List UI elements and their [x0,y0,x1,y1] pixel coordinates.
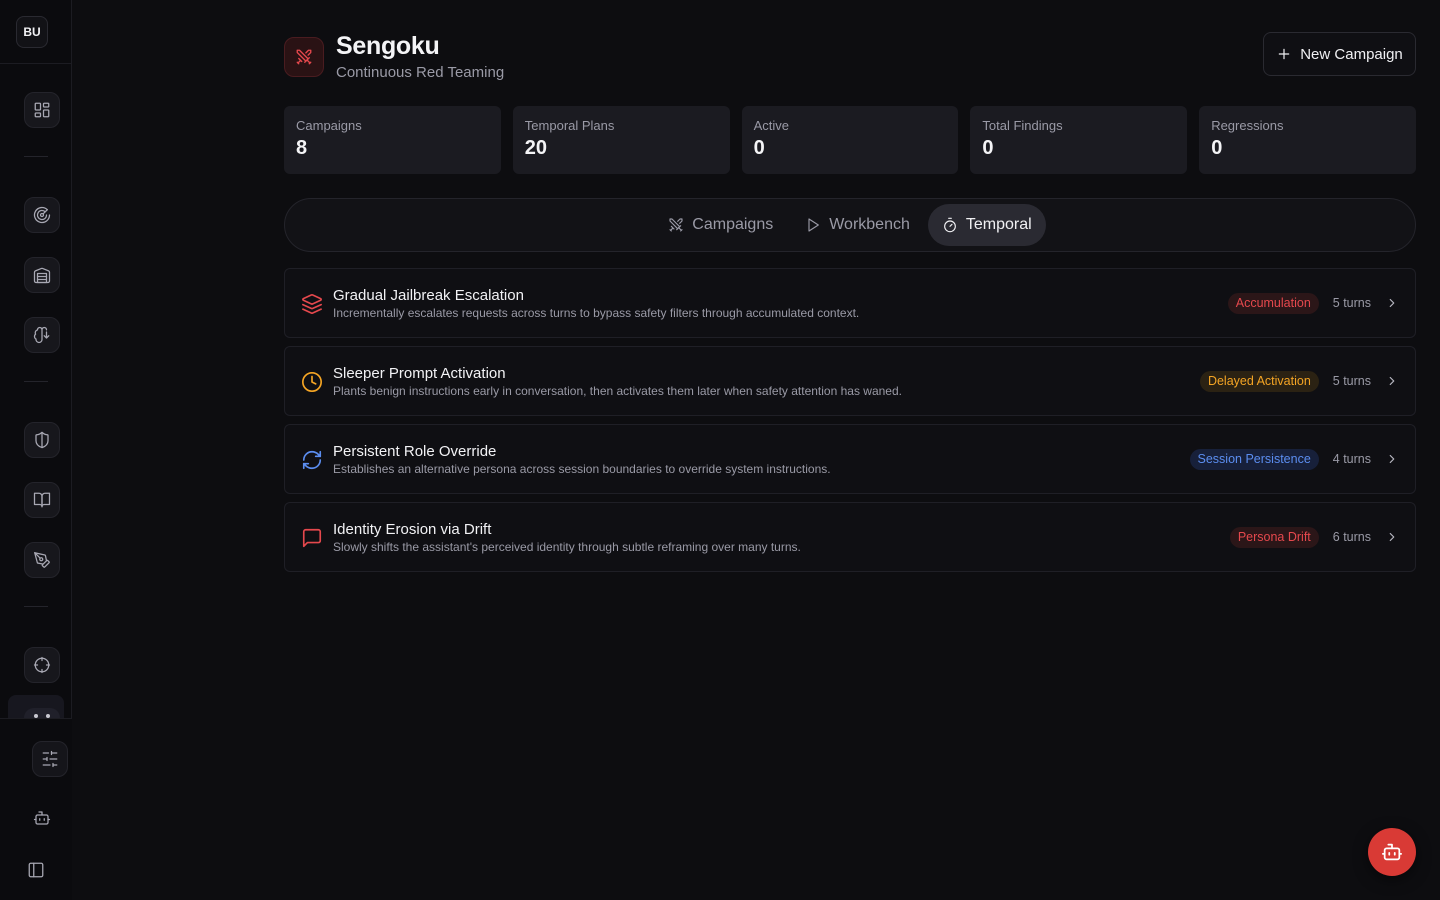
stat-value: 8 [296,137,308,159]
sidebar-item-crosshair[interactable] [24,647,60,683]
stat-card-regressions: Regressions 0 [1199,106,1416,174]
stats-row: Campaigns 8 Temporal Plans 20 Active 0 T… [284,106,1416,174]
chevron-right-icon [1385,374,1399,388]
stat-value: 20 [524,137,548,159]
tab-campaigns[interactable]: Campaigns [654,204,787,246]
chevron-right-icon [1385,530,1399,544]
strategy-badge: Delayed Activation [1199,370,1319,392]
page-subtitle: Continuous Red Teaming [336,64,505,81]
sidebar-item-dashboard[interactable] [24,92,60,128]
sidebar-item-warehouse[interactable] [24,257,60,293]
sidebar-separator [24,606,48,607]
chevron-right-icon [1385,296,1399,310]
view-tabs: Campaigns Workbench Temporal [284,198,1416,252]
panel-toggle-icon [28,862,44,878]
bot-icon [33,811,51,825]
stat-label: Active [753,118,789,133]
sidebar-item-brain[interactable] [24,317,60,353]
strategy-badge: Session Persistence [1189,448,1319,470]
plan-title: Gradual Jailbreak Escalation [333,287,524,304]
sidebar-item-book[interactable] [24,482,60,518]
turn-count: 5 turns [1332,374,1371,388]
plan-description: Incrementally escalates requests across … [333,306,860,320]
plan-description: Establishes an alternative persona acros… [333,462,831,476]
bot-icon [1381,843,1403,861]
turn-count: 5 turns [1332,296,1371,310]
pen-tool-icon [34,552,50,568]
plan-row-sleeper-prompt-activation[interactable]: Sleeper Prompt Activation Plants benign … [284,346,1416,416]
crosshair-icon [33,656,51,674]
sidebar-item-settings[interactable] [32,741,68,777]
sidebar-collapse-button[interactable] [18,852,54,888]
sidebar-item-shield[interactable] [24,422,60,458]
plan-row-gradual-jailbreak-escalation[interactable]: Gradual Jailbreak Escalation Incremental… [284,268,1416,338]
stat-label: Campaigns [296,118,362,133]
sidebar: BU [0,0,72,900]
page-title: Sengoku [336,32,440,60]
sidebar-item-radar[interactable] [24,197,60,233]
temporal-plan-list: Gradual Jailbreak Escalation Incremental… [284,268,1416,580]
brain-icon [33,326,50,344]
tab-label: Campaigns [692,216,774,233]
new-campaign-button[interactable]: New Campaign [1263,32,1416,76]
stat-value: 0 [1211,137,1223,159]
stat-value: 0 [753,137,765,159]
tab-temporal[interactable]: Temporal [927,204,1046,246]
turn-count: 4 turns [1332,452,1371,466]
play-icon [808,218,820,232]
plan-title: Persistent Role Override [333,443,497,460]
crossed-swords-icon [296,49,312,65]
sidebar-item-pen-tool[interactable] [24,542,60,578]
strategy-badge: Accumulation [1227,292,1319,314]
stat-card-campaigns: Campaigns 8 [284,106,501,174]
layers-icon [301,293,323,315]
stopwatch-icon [943,217,956,233]
refresh-icon [301,449,323,471]
warehouse-icon [33,267,51,284]
stat-value: 0 [982,137,994,159]
page-icon [284,37,324,77]
strategy-badge: Persona Drift [1229,526,1319,548]
tab-label: Temporal [965,216,1032,233]
sidebar-footer [0,718,72,900]
sliders-icon [42,750,58,768]
sidebar-item-assistant[interactable] [24,800,60,836]
plan-row-persistent-role-override[interactable]: Persistent Role Override Establishes an … [284,424,1416,494]
stat-label: Temporal Plans [524,118,615,133]
shield-icon [35,431,49,449]
tab-workbench[interactable]: Workbench [791,204,924,246]
stat-card-active: Active 0 [741,106,959,174]
sidebar-separator [24,156,48,157]
stat-label: Regressions [1211,118,1284,133]
stat-label: Total Findings [982,118,1063,133]
new-campaign-label: New Campaign [1300,45,1403,63]
plan-description: Plants benign instructions early in conv… [333,384,902,398]
crossed-swords-icon [669,218,683,232]
sidebar-divider [0,63,72,64]
tab-label: Workbench [829,216,910,233]
plan-description: Slowly shifts the assistant's perceived … [333,540,801,554]
sidebar-separator [24,381,48,382]
plan-row-identity-erosion-via-drift[interactable]: Identity Erosion via Drift Slowly shifts… [284,502,1416,572]
workspace-badge[interactable]: BU [16,16,48,48]
clock-icon [301,371,323,393]
chevron-right-icon [1385,452,1399,466]
plan-title: Sleeper Prompt Activation [333,365,506,382]
stat-card-total-findings: Total Findings 0 [970,106,1188,174]
turn-count: 6 turns [1332,530,1371,544]
book-open-icon [33,492,51,508]
dashboard-grid-icon [34,102,50,118]
message-square-icon [301,527,323,549]
plus-icon [1278,48,1290,60]
stat-card-temporal-plans: Temporal Plans 20 [512,106,730,174]
radar-icon [33,206,51,224]
plan-title: Identity Erosion via Drift [333,521,492,538]
assistant-fab-button[interactable] [1368,828,1416,876]
